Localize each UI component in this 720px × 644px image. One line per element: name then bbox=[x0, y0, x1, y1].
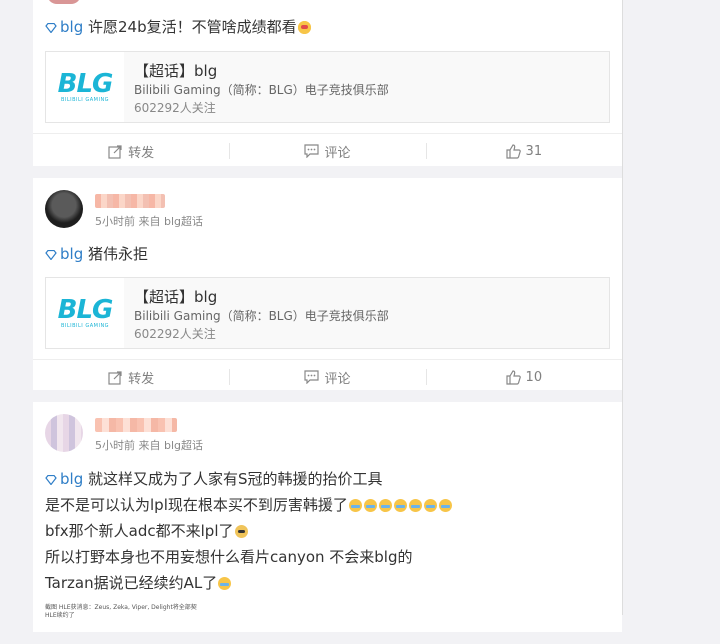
avatar[interactable] bbox=[47, 0, 81, 4]
right-panel bbox=[622, 0, 720, 615]
post-actions: 转发 评论 10 bbox=[33, 359, 622, 394]
topic-card-desc: Bilibili Gaming（简称：BLG）电子竞技俱乐部 bbox=[134, 309, 389, 323]
heart-eyes-emoji-icon bbox=[297, 21, 311, 34]
post-body: 许愿24b复活！不管啥成绩都看 bbox=[88, 18, 297, 36]
post-text: blg 许愿24b复活！不管啥成绩都看 bbox=[45, 15, 312, 39]
username-blurred[interactable] bbox=[95, 194, 165, 208]
diamond-icon bbox=[45, 23, 57, 33]
crying-emoji-icon bbox=[378, 499, 392, 512]
post-text: blg 就这样又成为了人家有S冠的韩援的抬价工具 是不是可以认为lpl现在根本买… bbox=[45, 466, 453, 596]
comment-button[interactable]: 评论 bbox=[229, 360, 425, 394]
crying-emoji-icon bbox=[438, 499, 452, 512]
diamond-icon bbox=[45, 250, 57, 260]
like-button[interactable]: 31 bbox=[425, 134, 622, 168]
topic-card[interactable]: BLG BILIBILI GAMING 【超话】blg Bilibili Gam… bbox=[45, 277, 610, 349]
crying-emoji-icon bbox=[393, 499, 407, 512]
repost-button[interactable]: 转发 bbox=[33, 360, 229, 394]
crying-emoji-icon bbox=[363, 499, 377, 512]
post-meta: 5小时前 来自 blg超话 bbox=[95, 215, 204, 228]
repost-button[interactable]: 转发 bbox=[33, 134, 229, 168]
thumbs-up-icon bbox=[505, 143, 521, 159]
comment-button[interactable]: 评论 bbox=[229, 134, 425, 168]
topic-link[interactable]: blg bbox=[45, 18, 83, 36]
post-card: 5小时前 来自 blg超话 blg 猪伟永拒 BLG BILIBILI GAMI… bbox=[33, 178, 622, 390]
post-line: 所以打野本身也不用妄想什么看片canyon 不会来blg的 bbox=[45, 548, 413, 566]
blg-logo: BLG BILIBILI GAMING bbox=[46, 278, 124, 348]
weibo-feed: blg 许愿24b复活！不管啥成绩都看 BLG BILIBILI GAMING … bbox=[33, 0, 622, 644]
like-button[interactable]: 10 bbox=[425, 360, 622, 394]
post-line: 就这样又成为了人家有S冠的韩援的抬价工具 bbox=[88, 470, 383, 488]
post-line: 是不是可以认为lpl现在根本买不到厉害韩援了 bbox=[45, 496, 348, 514]
crying-emoji-icon bbox=[218, 577, 232, 590]
thumbs-up-icon bbox=[505, 369, 521, 385]
topic-link[interactable]: blg bbox=[45, 245, 83, 263]
doge-emoji-icon bbox=[234, 525, 248, 538]
post-meta: 5小时前 来自 blg超话 bbox=[95, 439, 204, 452]
topic-link[interactable]: blg bbox=[45, 470, 83, 488]
diamond-icon bbox=[45, 475, 57, 485]
topic-card-fans: 602292人关注 bbox=[134, 327, 216, 341]
repost-icon bbox=[108, 370, 122, 385]
post-body: 猪伟永拒 bbox=[88, 245, 149, 263]
post-card: blg 许愿24b复活！不管啥成绩都看 BLG BILIBILI GAMING … bbox=[33, 0, 622, 166]
topic-tag[interactable]: blg bbox=[60, 470, 83, 488]
comment-icon bbox=[304, 370, 320, 384]
avatar[interactable] bbox=[45, 414, 83, 452]
repost-icon bbox=[108, 144, 122, 159]
topic-card-title[interactable]: 【超话】blg bbox=[134, 286, 217, 307]
crying-emoji-icon bbox=[423, 499, 437, 512]
topic-tag[interactable]: blg bbox=[60, 245, 83, 263]
topic-card-desc: Bilibili Gaming（简称：BLG）电子竞技俱乐部 bbox=[134, 83, 389, 97]
avatar[interactable] bbox=[45, 190, 83, 228]
topic-tag[interactable]: blg bbox=[60, 18, 83, 36]
post-actions: 转发 评论 31 bbox=[33, 133, 622, 168]
post-line: bfx那个新人adc都不来lpl了 bbox=[45, 522, 234, 540]
post-card: 5小时前 来自 blg超话 blg 就这样又成为了人家有S冠的韩援的抬价工具 是… bbox=[33, 402, 622, 632]
comment-icon bbox=[304, 144, 320, 158]
blg-logo: BLG BILIBILI GAMING bbox=[46, 52, 124, 122]
topic-card-fans: 602292人关注 bbox=[134, 101, 216, 115]
post-text: blg 猪伟永拒 bbox=[45, 242, 148, 266]
crying-emoji-icon bbox=[408, 499, 422, 512]
post-image-preview[interactable]: 截图 HLE获消息：Zeus, Zeka, Viper, Delight将全部契… bbox=[45, 604, 245, 620]
username-blurred[interactable] bbox=[95, 418, 177, 432]
post-line: Tarzan据说已经续约AL了 bbox=[45, 574, 218, 592]
topic-card[interactable]: BLG BILIBILI GAMING 【超话】blg Bilibili Gam… bbox=[45, 51, 610, 123]
crying-emoji-icon bbox=[348, 499, 362, 512]
topic-card-title[interactable]: 【超话】blg bbox=[134, 60, 217, 81]
